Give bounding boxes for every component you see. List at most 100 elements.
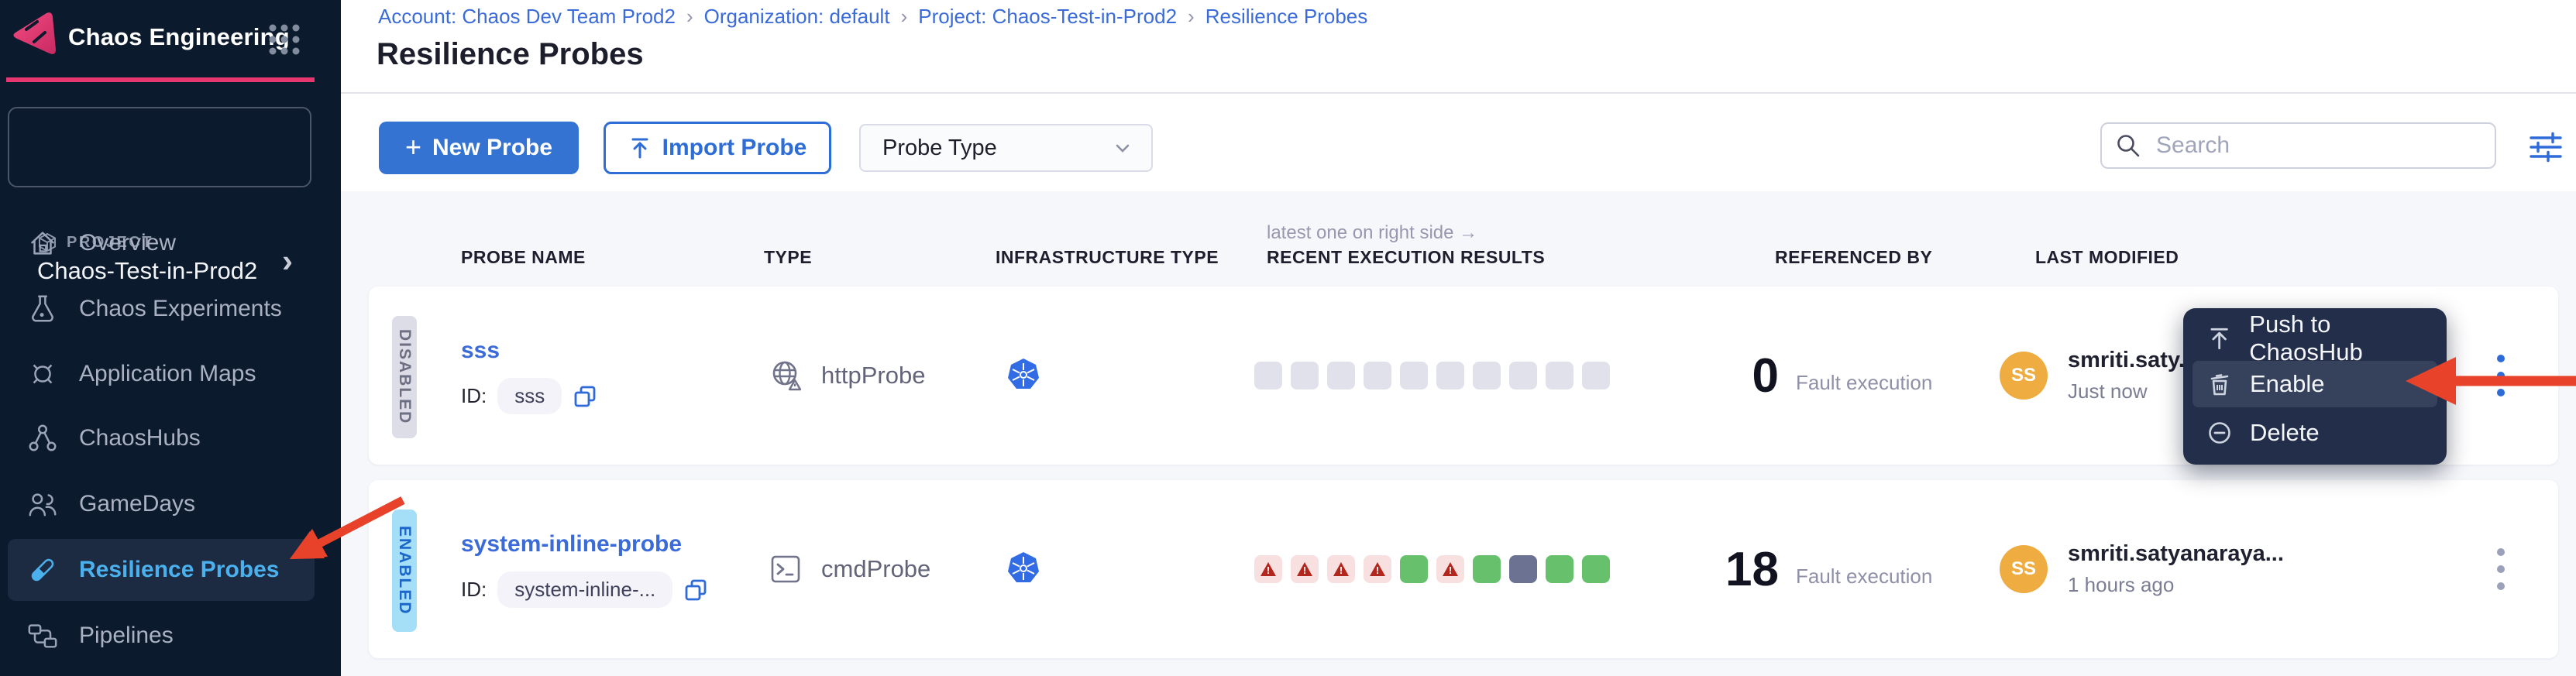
sidebar: Chaos Engineering PROJECT Chaos-Test-in-… xyxy=(0,0,341,676)
menu-item-label: Enable xyxy=(2250,370,2325,398)
network-icon xyxy=(26,422,59,455)
test-tube-icon xyxy=(26,554,59,586)
menu-item-push-to-chaoshub[interactable]: Push to ChaosHub xyxy=(2183,316,2447,361)
sidebar-item-resilience-probes[interactable]: Resilience Probes xyxy=(8,539,315,601)
probe-id-row: ID: sss xyxy=(461,378,597,414)
last-modified-cell: SS smriti.saty... Just now xyxy=(2000,287,2197,465)
search-input[interactable] xyxy=(2155,132,2482,160)
home-icon xyxy=(26,227,59,259)
execution-result xyxy=(1546,362,1573,389)
filter-sliders-icon[interactable] xyxy=(2527,129,2564,166)
sidebar-item-chaos-experiments[interactable]: Chaos Experiments xyxy=(8,278,315,340)
target-icon xyxy=(26,358,59,390)
sidebar-item-application-maps[interactable]: Application Maps xyxy=(8,343,315,405)
referenced-by-cell: 0 Fault execution xyxy=(1678,287,1932,465)
sidebar-item-chaoshubs[interactable]: ChaosHubs xyxy=(8,407,315,469)
harness-chaos-logo-icon xyxy=(11,11,60,59)
sidebar-item-label: GameDays xyxy=(79,491,195,517)
probe-type-label: httpProbe xyxy=(821,362,925,389)
execution-result xyxy=(1546,555,1573,583)
column-header-type: TYPE xyxy=(764,247,812,268)
breadcrumb-separator: › xyxy=(1188,5,1195,29)
status-badge: ENABLED xyxy=(392,510,417,632)
id-label: ID: xyxy=(461,384,487,408)
id-label: ID: xyxy=(461,578,487,602)
globe-warning-icon xyxy=(767,357,804,394)
plus-icon: + xyxy=(405,131,421,163)
new-probe-button[interactable]: + New Probe xyxy=(379,122,579,174)
execution-result xyxy=(1254,555,1282,583)
execution-results-cell xyxy=(1254,287,1610,465)
flask-icon xyxy=(26,293,59,325)
results-order-note: latest one on right side → xyxy=(1267,222,1477,244)
execution-result xyxy=(1291,362,1319,389)
probe-name-link[interactable]: system-inline-probe xyxy=(461,531,682,558)
import-probe-label: Import Probe xyxy=(662,135,807,161)
module-grid-icon[interactable] xyxy=(267,22,302,57)
probe-name-link[interactable]: sss xyxy=(461,338,500,364)
sidebar-item-overview[interactable]: Overview xyxy=(8,212,315,274)
push-up-icon xyxy=(2206,325,2232,352)
people-icon xyxy=(26,488,59,520)
probe-type-value: Probe Type xyxy=(882,136,997,161)
modified-time: 1 hours ago xyxy=(2068,573,2284,597)
sidebar-item-label: Pipelines xyxy=(79,623,174,649)
modified-by-user: smriti.saty... xyxy=(2068,348,2197,373)
breadcrumb-project[interactable]: Project: Chaos-Test-in-Prod2 xyxy=(918,5,1177,29)
execution-result xyxy=(1436,362,1464,389)
pipeline-icon xyxy=(26,619,59,652)
breadcrumb-separator: › xyxy=(686,5,693,29)
breadcrumb: Account: Chaos Dev Team Prod2 › Organiza… xyxy=(378,5,1367,29)
probe-type-dropdown[interactable]: Probe Type xyxy=(859,124,1153,172)
execution-result xyxy=(1436,555,1464,583)
execution-results-cell xyxy=(1254,480,1610,658)
execution-result xyxy=(1254,362,1282,389)
row-actions-menu-button[interactable] xyxy=(2478,287,2524,465)
sidebar-item-label: ChaosHubs xyxy=(79,425,201,451)
modified-by-user: smriti.satyanaraya... xyxy=(2068,541,2284,567)
execution-result xyxy=(1327,362,1355,389)
page-header: Account: Chaos Dev Team Prod2 › Organiza… xyxy=(341,0,2576,94)
row-actions-menu-button[interactable] xyxy=(2478,480,2524,658)
sidebar-item-pipelines[interactable]: Pipelines xyxy=(8,605,315,667)
column-header-recent-execution-results: RECENT EXECUTION RESULTS xyxy=(1267,247,1545,268)
execution-result xyxy=(1327,555,1355,583)
referenced-by-cell: 18 Fault execution xyxy=(1678,480,1932,658)
breadcrumb-separator: › xyxy=(901,5,908,29)
probe-type-label: cmdProbe xyxy=(821,555,930,583)
page-title: Resilience Probes xyxy=(377,37,644,72)
breadcrumb-organization[interactable]: Organization: default xyxy=(704,5,890,29)
menu-item-delete[interactable]: Delete xyxy=(2183,410,2447,455)
table-row[interactable]: ENABLED system-inline-probe ID: system-i… xyxy=(369,480,2558,658)
infrastructure-type-cell xyxy=(1005,480,1042,658)
execution-result xyxy=(1582,362,1610,389)
probe-id-value: sss xyxy=(497,378,562,414)
sidebar-item-label: Chaos Experiments xyxy=(79,296,282,322)
minus-circle-icon xyxy=(2206,420,2233,446)
probe-id-value: system-inline-... xyxy=(497,571,672,608)
sidebar-item-label: Overview xyxy=(79,230,176,256)
sidebar-item-gamedays[interactable]: GameDays xyxy=(8,473,315,535)
execution-result xyxy=(1473,555,1501,583)
probe-type-cell: httpProbe xyxy=(767,287,925,465)
fault-execution-label: Fault execution xyxy=(1796,371,1932,395)
copy-icon[interactable] xyxy=(683,578,708,602)
kubernetes-icon xyxy=(1005,357,1042,394)
upload-icon xyxy=(628,136,652,160)
breadcrumb-account[interactable]: Account: Chaos Dev Team Prod2 xyxy=(378,5,676,29)
column-header-infrastructure-type: INFRASTRUCTURE TYPE xyxy=(996,247,1219,268)
project-selector[interactable]: PROJECT Chaos-Test-in-Prod2 › xyxy=(8,107,311,187)
app-title: Chaos Engineering xyxy=(68,23,290,51)
import-probe-button[interactable]: Import Probe xyxy=(604,122,831,174)
modified-time: Just now xyxy=(2068,379,2197,403)
column-header-last-modified: LAST MODIFIED xyxy=(2035,247,2179,268)
brand-divider xyxy=(6,77,315,82)
kubernetes-icon xyxy=(1005,551,1042,588)
menu-item-enable[interactable]: Enable xyxy=(2193,361,2437,407)
copy-icon[interactable] xyxy=(573,384,597,409)
sidebar-item-label: Application Maps xyxy=(79,361,256,387)
toolbar: + New Probe Import Probe Probe Type xyxy=(341,94,2576,191)
breadcrumb-current[interactable]: Resilience Probes xyxy=(1205,5,1368,29)
terminal-icon xyxy=(767,551,804,588)
fault-execution-count: 18 xyxy=(1678,542,1779,597)
